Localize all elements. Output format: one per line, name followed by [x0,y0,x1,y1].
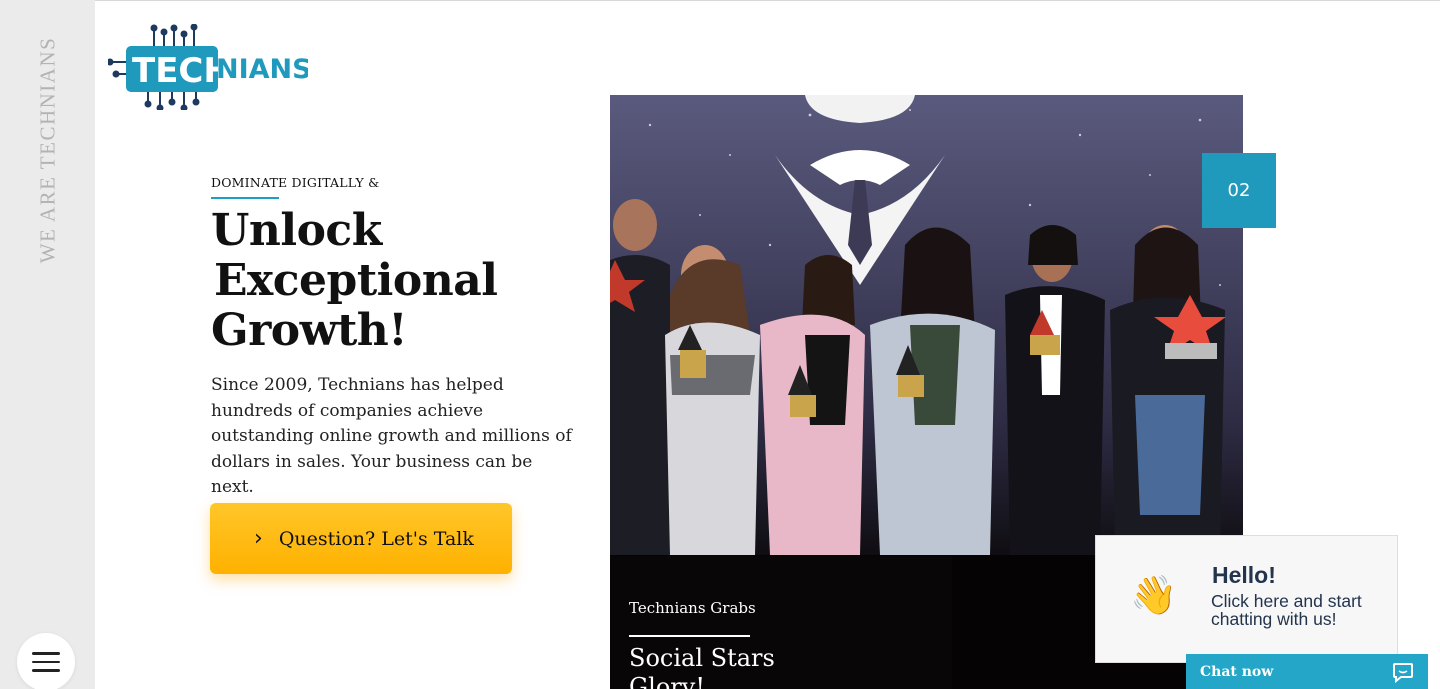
question-lets-talk-button[interactable]: › Question? Let's Talk [210,503,512,574]
chat-now-bar[interactable]: Chat now [1186,654,1428,689]
slide-caption-kicker: Technians Grabs [629,599,756,617]
technians-logo[interactable]: TECH NIANS [106,23,312,112]
hero-headline: Unlock Exceptional Growth! [211,205,501,356]
waving-hand-icon: 👋 [1130,573,1178,617]
hamburger-menu-icon [32,652,60,655]
logo-graphic: TECH NIANS [106,23,312,112]
cta-label: Question? Let's Talk [278,527,474,550]
chat-bubble-icon [1393,663,1413,683]
headline-highlight: Exceptional [211,256,501,306]
headline-line-1: Unlock [211,205,382,256]
rail-tagline: WE ARE TECHNIANS [35,36,60,264]
chevron-right-icon: › [254,525,263,551]
menu-button[interactable] [17,633,75,689]
headline-line-3: Growth! [211,305,408,356]
slide-caption-title: Social Stars Glory! [629,644,775,689]
left-rail: WE ARE TECHNIANS [0,0,95,689]
chat-greeting-title: Hello! [1212,562,1276,588]
hero-description: Since 2009, Technians has helped hundred… [211,375,572,497]
svg-text:NIANS: NIANS [216,54,308,85]
caption-underline [629,635,750,637]
eyebrow-underline [211,197,279,199]
slide-number-badge: 02 [1202,153,1276,228]
top-border [0,0,1440,1]
chat-greeting-message: Click here and start chatting with us! [1211,591,1362,629]
chat-greeting-popup[interactable]: 👋 Hello! Click here and start chatting w… [1095,535,1398,663]
chat-now-label: Chat now [1200,664,1274,680]
hero-eyebrow: DOMINATE DIGITALLY & [211,175,380,190]
